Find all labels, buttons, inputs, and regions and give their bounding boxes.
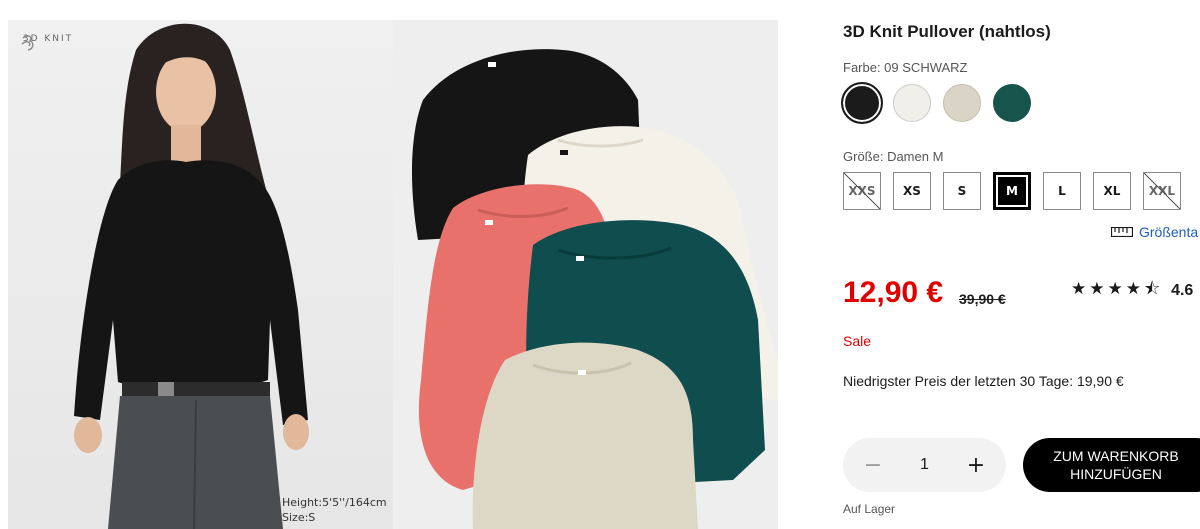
model-size-note: Height:5'5''/164cm Size:S (282, 495, 387, 525)
swatch-white[interactable] (893, 84, 931, 122)
product-detail-panel: 3D Knit Pullover (nahtlos) Farbe: 09 SCH… (841, 0, 1200, 529)
original-price: 39,90 € (959, 291, 1006, 307)
model-illustration (74, 23, 309, 529)
add-to-cart-button[interactable]: ZUM WARENKORB HINZUFÜGEN (1023, 438, 1200, 492)
product-gallery: 3D KNIT Height:5'5''/164cm Size:S (8, 20, 778, 529)
size-xs[interactable]: XS (893, 172, 931, 210)
rating-stars-icon: ★★★★⯪ (1071, 279, 1164, 299)
model-photo[interactable]: 3D KNIT Height:5'5''/164cm Size:S (8, 20, 393, 529)
size-label: Größe: Damen M (843, 149, 944, 164)
size-xl[interactable]: XL (1093, 172, 1131, 210)
3d-knit-badge: 3D KNIT (18, 32, 78, 51)
folded-sweaters-illustration (411, 49, 778, 529)
size-xxl[interactable]: XXL (1143, 172, 1181, 210)
lowest-price-note: Niedrigster Preis der letzten 30 Tage: 1… (843, 373, 1124, 389)
size-guide-label: Größenta (1139, 224, 1199, 240)
color-variants-photo[interactable] (393, 20, 778, 529)
add-to-cart-label-line2: HINZUFÜGEN (1070, 466, 1162, 482)
size-guide-link[interactable]: Größenta (1111, 224, 1198, 240)
3d-knit-logo-icon (21, 35, 34, 51)
quantity-stepper: − + (843, 438, 1006, 492)
model-size: Size:S (282, 511, 316, 524)
quantity-input[interactable] (904, 456, 945, 474)
stock-status: Auf Lager (843, 502, 896, 516)
ruler-icon (1111, 227, 1133, 237)
sale-price: 12,90 € (843, 276, 944, 309)
quantity-increase-button[interactable]: + (964, 453, 988, 478)
size-l[interactable]: L (1043, 172, 1081, 210)
swatch-black[interactable] (841, 82, 883, 124)
size-xxs[interactable]: XXS (843, 172, 881, 210)
model-height: Height:5'5''/164cm (282, 496, 387, 509)
rating-value: 4.6 (1171, 281, 1194, 299)
size-options: XXS XS S M L XL XXL (843, 172, 1181, 210)
swatch-beige[interactable] (943, 84, 981, 122)
size-s[interactable]: S (943, 172, 981, 210)
sale-badge: Sale (843, 333, 872, 349)
quantity-decrease-button[interactable]: − (861, 453, 885, 478)
add-to-cart-label-line1: ZUM WARENKORB (1053, 448, 1179, 464)
swatch-green[interactable] (993, 84, 1031, 122)
size-m[interactable]: M (993, 172, 1031, 210)
rating[interactable]: ★★★★⯪ 4.6 (1071, 276, 1193, 305)
color-swatches (841, 82, 1031, 124)
product-title: 3D Knit Pullover (nahtlos) (843, 22, 1051, 41)
color-label: Farbe: 09 SCHWARZ (843, 60, 968, 75)
